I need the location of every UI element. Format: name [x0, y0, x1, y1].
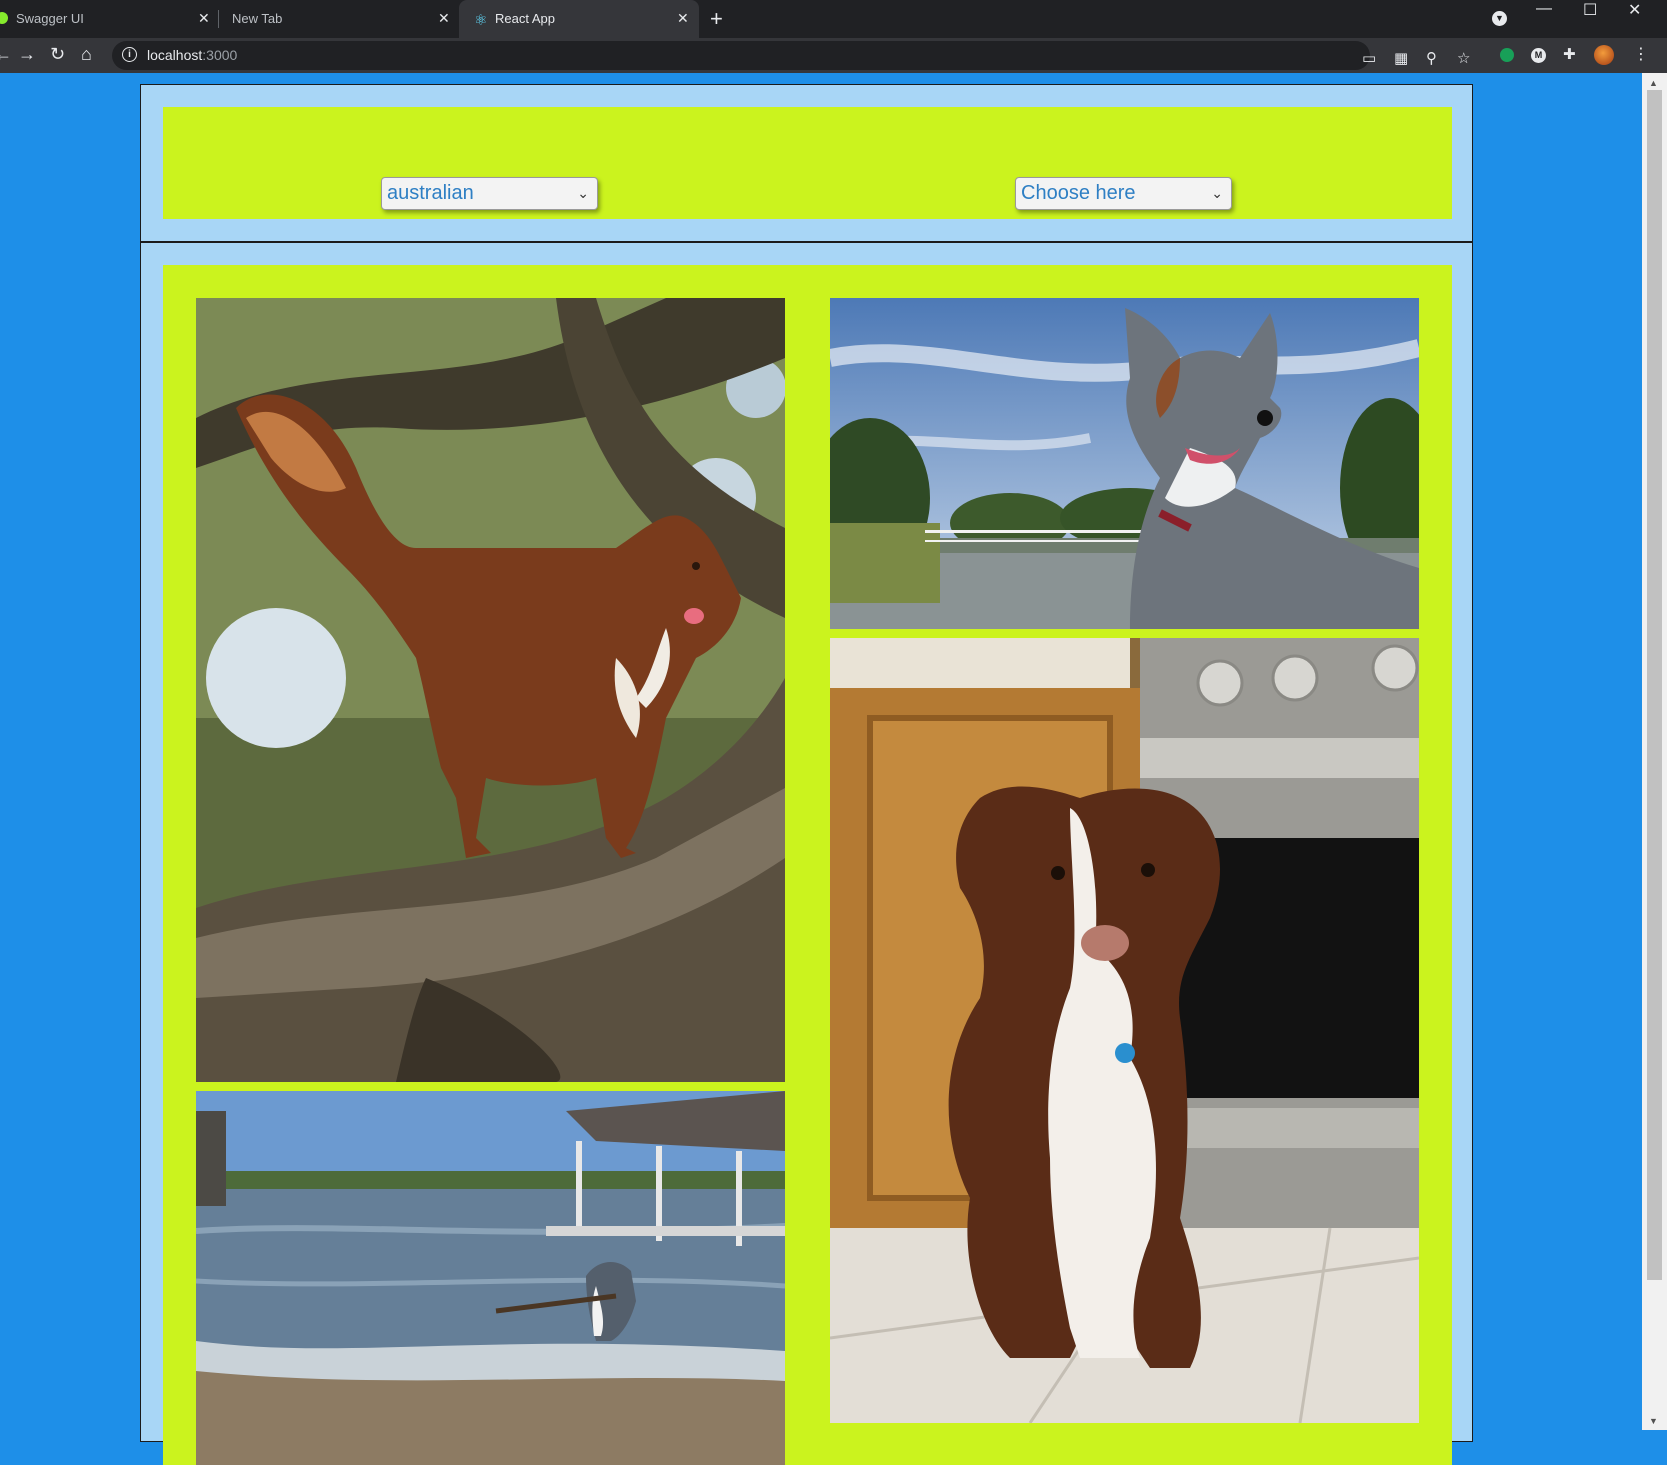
tab-title: New Tab — [232, 11, 283, 26]
scroll-up-icon[interactable]: ▲ — [1649, 78, 1658, 88]
scrollbar-thumb[interactable] — [1647, 90, 1662, 1280]
tab-swagger-ui[interactable]: Swagger UI ✕ — [0, 0, 210, 38]
react-favicon-icon: ⚛ — [474, 12, 488, 29]
minimize-icon[interactable]: — — [1536, 0, 1552, 18]
maximize-icon[interactable]: ☐ — [1583, 0, 1597, 20]
sub-breed-select-value: Choose here — [1021, 182, 1136, 204]
gallery-grid — [163, 265, 1452, 1465]
extension-green-icon[interactable] — [1500, 48, 1514, 62]
profile-avatar[interactable] — [1594, 45, 1614, 65]
tab-react-app[interactable]: ⚛ React App ✕ — [459, 0, 699, 38]
chrome-menu-icon[interactable]: ⋮ — [1633, 44, 1649, 64]
tab-title: Swagger UI — [16, 11, 84, 26]
page-scrollbar[interactable]: ▲ ▼ — [1642, 73, 1667, 1430]
site-info-icon[interactable]: i — [122, 47, 137, 62]
dog-on-tree-image — [196, 298, 785, 1082]
tab-close-icon[interactable]: ✕ — [198, 10, 210, 27]
extension-m-icon[interactable]: M — [1531, 48, 1546, 63]
bookmark-star-icon[interactable]: ☆ — [1457, 49, 1470, 67]
window-close-icon[interactable]: ✕ — [1628, 0, 1641, 20]
address-bar[interactable]: i localhost:3000 ▭ ▦ ⚲ ☆ — [112, 41, 1470, 70]
tab-new-tab[interactable]: New Tab ✕ — [222, 0, 452, 38]
url-host: localhost — [147, 47, 203, 63]
chevron-down-icon: ⌄ — [577, 185, 589, 201]
filter-bar: australian ⌄ Choose here ⌄ — [163, 107, 1452, 219]
tab-close-icon[interactable]: ✕ — [677, 10, 689, 27]
tab-title: React App — [495, 11, 555, 26]
dog-photo-lake — [830, 298, 1419, 629]
url-port: :3000 — [202, 47, 238, 63]
sub-breed-select[interactable]: Choose here ⌄ — [1015, 177, 1232, 210]
back-icon[interactable]: ← — [0, 44, 12, 65]
tab-divider — [218, 10, 219, 28]
dog-photo-fetch — [196, 1091, 785, 1465]
scroll-down-icon[interactable]: ▼ — [1649, 1416, 1658, 1426]
url-text: localhost:3000 — [147, 47, 237, 63]
gallery-panel — [140, 242, 1473, 1465]
breed-select[interactable]: australian ⌄ — [381, 177, 598, 210]
tab-search-icon[interactable]: ▼ — [1492, 11, 1507, 26]
dog-by-lake-image — [830, 298, 1419, 629]
breed-select-value: australian — [387, 182, 474, 204]
tab-close-icon[interactable]: ✕ — [438, 10, 450, 27]
dog-photo-kitchen — [830, 638, 1419, 1423]
dog-in-kitchen-image — [830, 638, 1419, 1423]
browser-toolbar: ← → ↻ ⌂ i localhost:3000 ▭ ▦ ⚲ ☆ M ✚ ⋮ — [0, 38, 1667, 73]
new-tab-plus-icon[interactable]: + — [710, 6, 723, 32]
chevron-down-icon: ⌄ — [1211, 185, 1223, 201]
filter-panel: australian ⌄ Choose here ⌄ — [140, 84, 1473, 242]
cast-icon[interactable]: ▭ — [1362, 49, 1376, 67]
dog-fetching-stick-image — [196, 1091, 785, 1465]
forward-icon[interactable]: → — [18, 44, 36, 65]
swagger-favicon-icon — [0, 12, 8, 24]
browser-tab-bar: Swagger UI ✕ New Tab ✕ ⚛ React App ✕ + ▼… — [0, 0, 1667, 38]
extensions-puzzle-icon[interactable]: ✚ — [1563, 45, 1576, 63]
qr-code-icon[interactable]: ▦ — [1394, 49, 1408, 67]
home-icon[interactable]: ⌂ — [81, 44, 92, 65]
dog-photo-tree — [196, 298, 785, 1082]
reload-icon[interactable]: ↻ — [50, 44, 65, 65]
zoom-icon[interactable]: ⚲ — [1426, 49, 1437, 67]
